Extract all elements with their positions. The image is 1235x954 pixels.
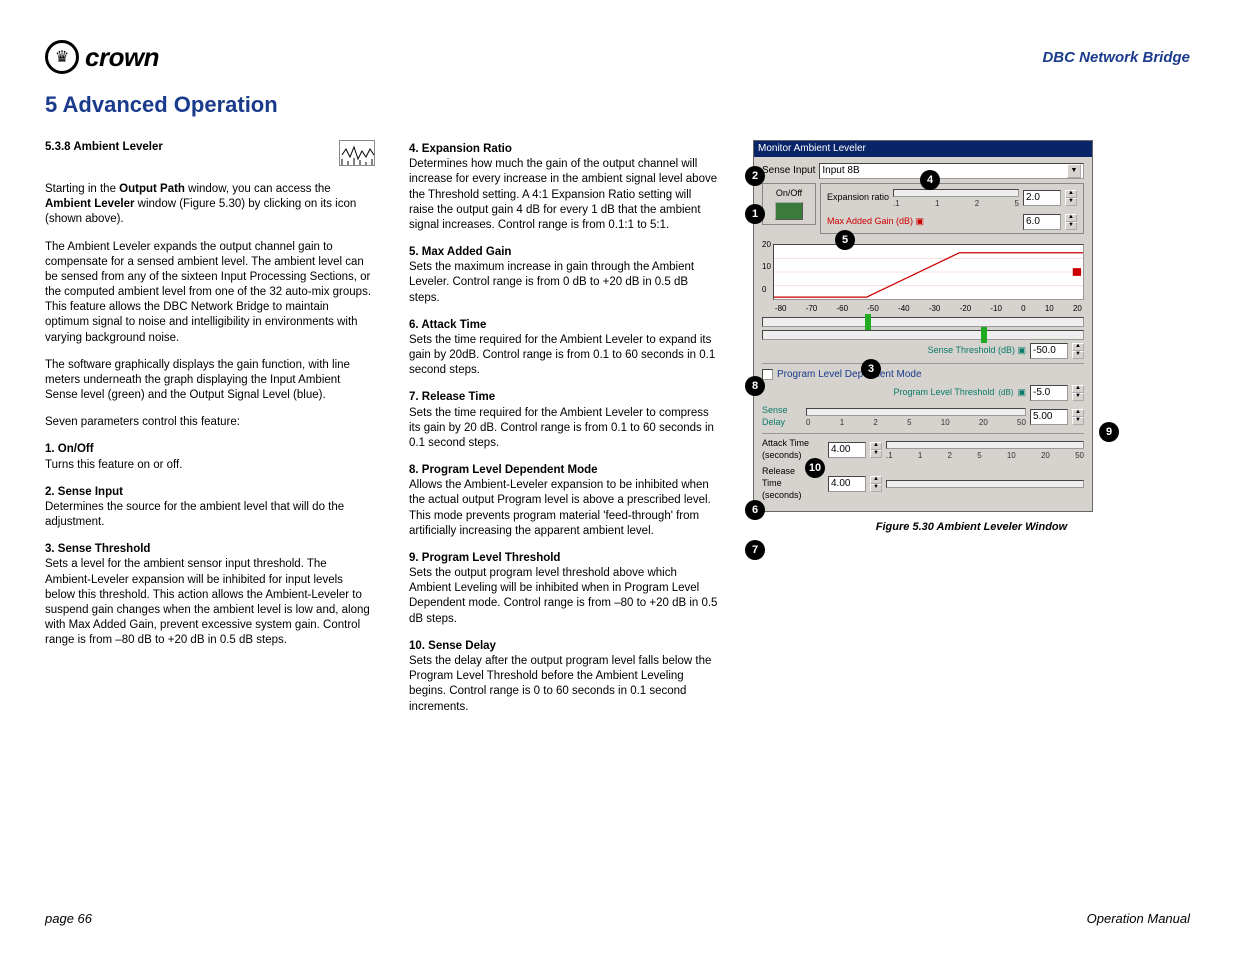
product-name: DBC Network Bridge [1042, 49, 1190, 66]
sense-input-dropdown[interactable]: Input 8B ▼ [819, 163, 1084, 179]
page-footer: page 66 Operation Manual [45, 911, 1190, 926]
expansion-ratio-slider[interactable] [893, 189, 1019, 197]
column-2: 4. Expansion Ratio Determines how much t… [409, 140, 719, 727]
max-added-gain-value[interactable]: 6.0 [1023, 214, 1061, 230]
brand-text: crown [85, 42, 159, 73]
onoff-group: On/Off [762, 183, 816, 225]
plt-label: Program Level Threshold [893, 387, 994, 399]
gain-graph [773, 244, 1084, 300]
expansion-ratio-spinner[interactable]: ▲▼ [1065, 190, 1077, 206]
page-number: page 66 [45, 911, 92, 926]
column-3: 1 2 3 4 5 6 7 8 9 10 Monitor Ambient Lev… [753, 140, 1190, 727]
expansion-ratio-group: Expansion ratio .1 1 2 5 [820, 183, 1084, 234]
callout-9: 9 [1099, 422, 1119, 442]
brand-logo: ♛ crown [45, 40, 159, 74]
param-8-text: Allows the Ambient-Leveler expansion to … [409, 478, 719, 539]
pldm-label: Program Level Dependent Mode [777, 368, 922, 381]
sense-input-label: Sense Input [762, 164, 815, 177]
release-time-slider[interactable] [886, 480, 1084, 488]
sense-delay-spinner[interactable]: ▲▼ [1072, 409, 1084, 425]
sense-delay-label: Sense Delay [762, 405, 802, 429]
release-time-spinner[interactable]: ▲▼ [870, 476, 882, 492]
intro-paragraph-1: Starting in the Output Path window, you … [45, 182, 375, 228]
attack-time-value[interactable]: 4.00 [828, 442, 866, 458]
expansion-ratio-label: Expansion ratio [827, 192, 889, 204]
param-5-text: Sets the maximum increase in gain throug… [409, 260, 719, 306]
callout-6: 6 [745, 500, 765, 520]
sense-delay-value[interactable]: 5.00 [1030, 409, 1068, 425]
param-2-text: Determines the source for the ambient le… [45, 500, 375, 530]
intro-paragraph-4: Seven parameters control this feature: [45, 415, 375, 430]
page-header: ♛ crown DBC Network Bridge [45, 40, 1190, 74]
crown-icon: ♛ [45, 40, 79, 74]
param-7-text: Sets the time required for the Ambient L… [409, 406, 719, 452]
ambient-leveler-window: Monitor Ambient Leveler Sense Input Inpu… [753, 140, 1093, 512]
column-1: 5.3.8 Ambient Leveler Starting in the Ou… [45, 140, 375, 727]
figure-wrapper: 1 2 3 4 5 6 7 8 9 10 Monitor Ambient Lev… [753, 140, 1190, 535]
chevron-down-icon[interactable]: ▼ [1067, 164, 1081, 178]
output-signal-level-bar [762, 330, 1084, 340]
expansion-ratio-value[interactable]: 2.0 [1023, 190, 1061, 206]
ambient-leveler-icon [339, 140, 375, 166]
graph-x-axis: -80-70-60-50-40-30-20-1001020 [773, 304, 1084, 315]
sense-threshold-spinner[interactable]: ▲▼ [1072, 343, 1084, 359]
param-4-head: 4. Expansion Ratio [409, 142, 719, 157]
param-5-head: 5. Max Added Gain [409, 245, 719, 260]
pldm-checkbox[interactable] [762, 369, 773, 380]
page-title: 5 Advanced Operation [45, 92, 1190, 118]
param-1-head: 1. On/Off [45, 442, 375, 457]
plt-value[interactable]: -5.0 [1030, 385, 1068, 401]
intro-paragraph-2: The Ambient Leveler expands the output c… [45, 240, 375, 346]
param-3-head: 3. Sense Threshold [45, 542, 375, 557]
sense-threshold-value[interactable]: -50.0 [1030, 343, 1068, 359]
max-added-gain-spinner[interactable]: ▲▼ [1065, 214, 1077, 230]
param-6-head: 6. Attack Time [409, 318, 719, 333]
param-6-text: Sets the time required for the Ambient L… [409, 333, 719, 379]
callout-4: 4 [920, 170, 940, 190]
param-10-head: 10. Sense Delay [409, 639, 719, 654]
sense-threshold-label: Sense Threshold (dB) ▣ [928, 345, 1026, 357]
param-10-text: Sets the delay after the output program … [409, 654, 719, 715]
param-7-head: 7. Release Time [409, 390, 719, 405]
sense-delay-slider[interactable] [806, 408, 1026, 416]
callout-5: 5 [835, 230, 855, 250]
param-4-text: Determines how much the gain of the outp… [409, 157, 719, 233]
param-9-head: 9. Program Level Threshold [409, 551, 719, 566]
plt-unit: (dB) [998, 388, 1013, 399]
param-9-text: Sets the output program level threshold … [409, 566, 719, 627]
plt-spinner[interactable]: ▲▼ [1072, 385, 1084, 401]
figure-caption: Figure 5.30 Ambient Leveler Window [753, 520, 1190, 535]
param-3-text: Sets a level for the ambient sensor inpu… [45, 557, 375, 648]
callout-3: 3 [861, 359, 881, 379]
intro-paragraph-3: The software graphically displays the ga… [45, 358, 375, 404]
section-heading: 5.3.8 Ambient Leveler [45, 140, 163, 155]
param-1-text: Turns this feature on or off. [45, 458, 375, 473]
callout-7: 7 [745, 540, 765, 560]
callout-1: 1 [745, 204, 765, 224]
window-titlebar: Monitor Ambient Leveler [754, 141, 1092, 157]
sense-input-value: Input 8B [822, 164, 859, 177]
callout-8: 8 [745, 376, 765, 396]
max-added-gain-label: Max Added Gain (dB) ▣ [827, 216, 924, 228]
param-2-head: 2. Sense Input [45, 485, 375, 500]
callout-2: 2 [745, 166, 765, 186]
release-time-value[interactable]: 4.00 [828, 476, 866, 492]
callout-10: 10 [805, 458, 825, 478]
param-8-head: 8. Program Level Dependent Mode [409, 463, 719, 478]
onoff-label: On/Off [776, 188, 802, 200]
attack-time-slider[interactable] [886, 441, 1084, 449]
onoff-button[interactable] [775, 202, 803, 220]
attack-time-spinner[interactable]: ▲▼ [870, 442, 882, 458]
ambient-sense-level-bar [762, 317, 1084, 327]
manual-name: Operation Manual [1087, 911, 1190, 926]
